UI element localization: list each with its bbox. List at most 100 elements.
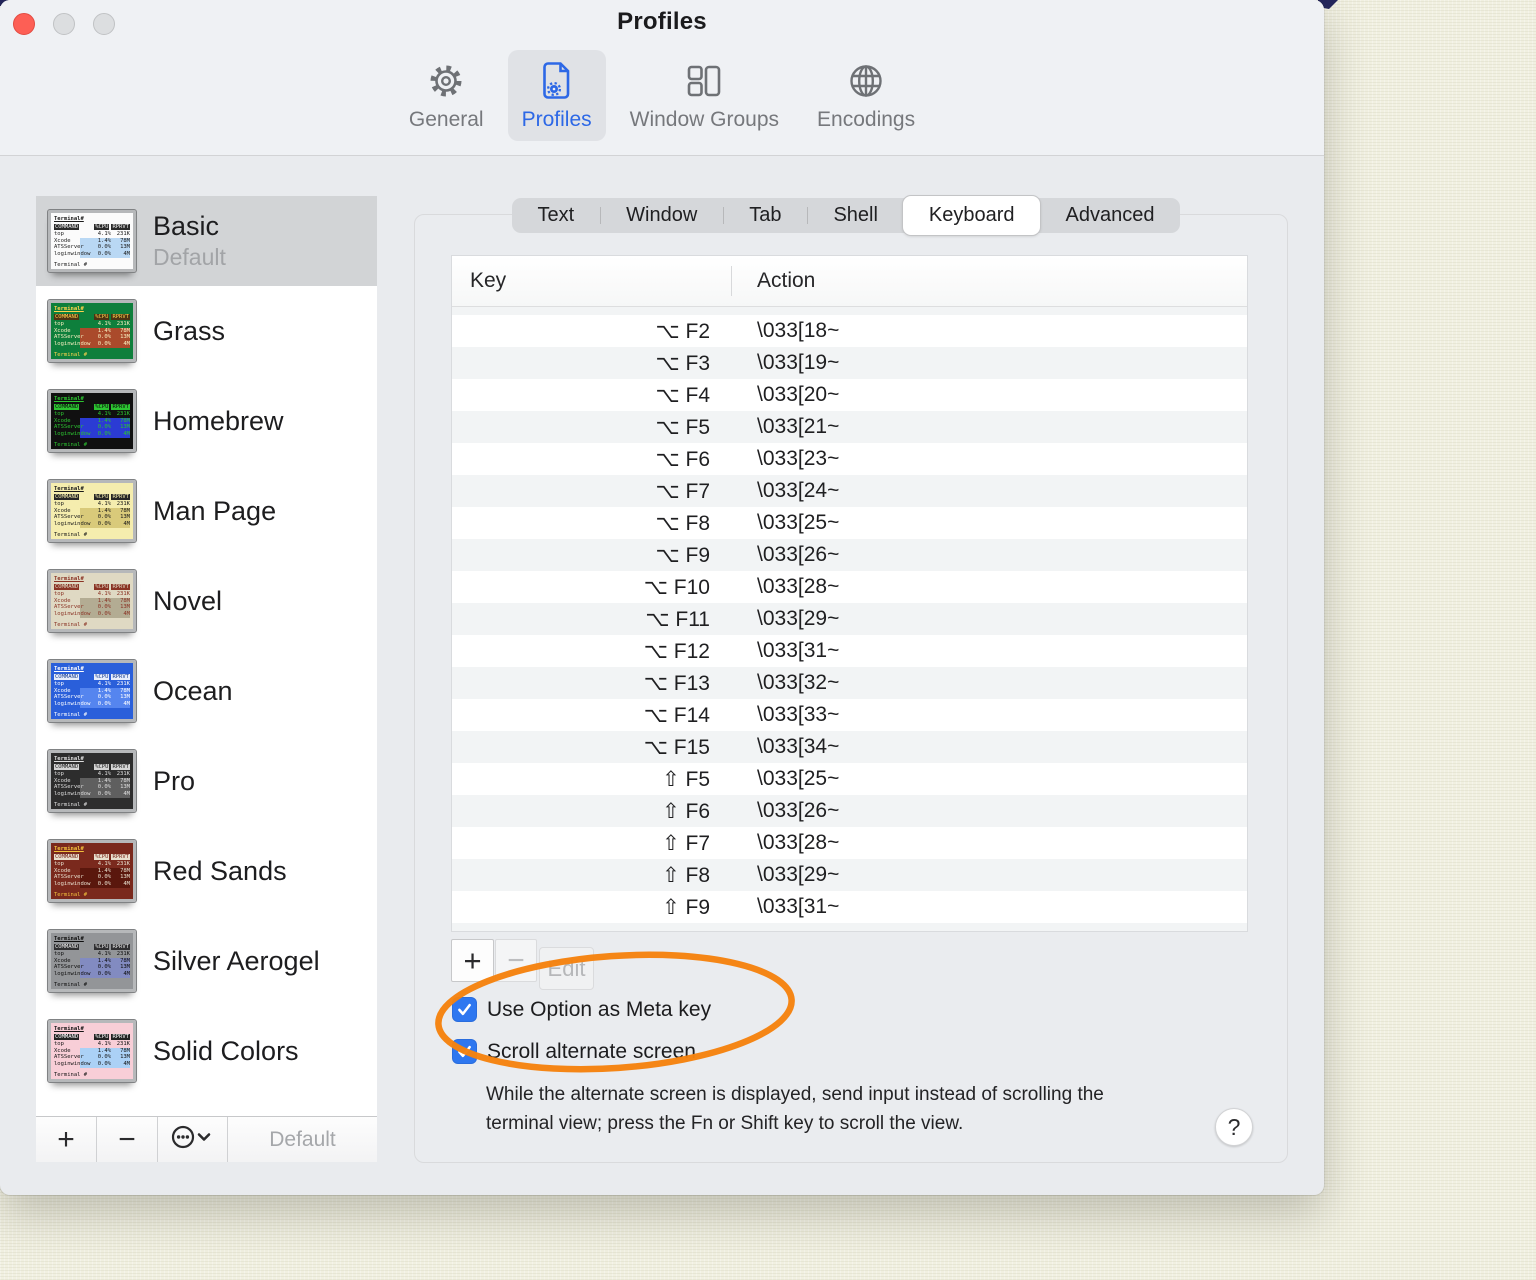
key-binding-row[interactable]: ⌥ F10 \033[28~ [452, 571, 1247, 603]
toolbar-item-general[interactable]: General [395, 50, 498, 141]
key-binding-row[interactable]: ⇧ F7 \033[28~ [452, 827, 1247, 859]
action-cell: \033[34~ [757, 735, 840, 758]
toolbar-item-encodings[interactable]: Encodings [803, 50, 929, 141]
action-cell: \033[19~ [757, 351, 840, 374]
profile-row-solid-colors[interactable]: Terminal# COMMAND %CPU RPRVT top 4.1% 23… [36, 1006, 377, 1096]
action-cell: \033[31~ [757, 639, 840, 662]
key-cell: ⌥ F7 [655, 479, 710, 503]
tab-keyboard[interactable]: Keyboard [903, 196, 1041, 235]
key-binding-row[interactable]: ⇧ F9 \033[31~ [452, 891, 1247, 923]
partial-row-top [452, 307, 1247, 315]
profile-subtitle: Default [153, 244, 226, 270]
help-button[interactable]: ? [1215, 1108, 1253, 1146]
key-cell: ⌥ F9 [655, 543, 710, 567]
key-binding-row[interactable]: ⌥ F7 \033[24~ [452, 475, 1247, 507]
tab-tab[interactable]: Tab [724, 198, 807, 233]
key-binding-row[interactable]: ⇧ F6 \033[26~ [452, 795, 1247, 827]
column-header-key[interactable]: Key [452, 269, 506, 293]
key-binding-row[interactable]: ⌥ F14 \033[33~ [452, 699, 1247, 731]
option-label: Scroll alternate screen [487, 1039, 696, 1063]
profile-row-basic[interactable]: Terminal# COMMAND %CPU RPRVT top 4.1% 23… [36, 196, 377, 286]
action-cell: \033[31~ [757, 895, 840, 918]
profile-row-red-sands[interactable]: Terminal# COMMAND %CPU RPRVT top 4.1% 23… [36, 826, 377, 916]
option-use-option-as-meta[interactable]: Use Option as Meta key [452, 997, 711, 1022]
profile-list: Terminal# COMMAND %CPU RPRVT top 4.1% 23… [36, 196, 377, 1116]
key-binding-row[interactable]: ⌥ F6 \033[23~ [452, 443, 1247, 475]
key-binding-row[interactable]: ⌥ F15 \033[34~ [452, 731, 1247, 763]
tab-advanced[interactable]: Advanced [1040, 198, 1180, 233]
key-binding-row[interactable]: ⇧ F8 \033[29~ [452, 859, 1247, 891]
checkbox-checked-icon[interactable] [452, 997, 477, 1022]
remove-profile-button[interactable]: − [97, 1117, 158, 1162]
profile-thumbnail: Terminal# COMMAND %CPU RPRVT top 4.1% 23… [47, 659, 137, 723]
profile-thumbnail: Terminal# COMMAND %CPU RPRVT top 4.1% 23… [47, 749, 137, 813]
key-binding-row[interactable]: ⌥ F11 \033[29~ [452, 603, 1247, 635]
thumb-title: Terminal# [54, 936, 84, 942]
thumb-title: Terminal# [54, 666, 84, 672]
key-cell: ⇧ F8 [662, 863, 710, 887]
key-binding-row[interactable]: ⌥ F3 \033[19~ [452, 347, 1247, 379]
tab-text[interactable]: Text [512, 198, 600, 233]
default-profile-button[interactable]: Default [228, 1117, 377, 1162]
profile-tabs: Text Window Tab Shell Keyboard Advanced [512, 196, 1180, 235]
profile-row-man-page[interactable]: Terminal# COMMAND %CPU RPRVT top 4.1% 23… [36, 466, 377, 556]
profile-row-grass[interactable]: Terminal# COMMAND %CPU RPRVT top 4.1% 23… [36, 286, 377, 376]
tab-shell[interactable]: Shell [808, 198, 903, 233]
key-cell: ⌥ F5 [655, 415, 710, 439]
profile-name: Basic [153, 211, 220, 241]
checkbox-checked-icon[interactable] [452, 1039, 477, 1064]
profile-name: Pro [153, 765, 196, 796]
profile-row-homebrew[interactable]: Terminal# COMMAND %CPU RPRVT top 4.1% 23… [36, 376, 377, 466]
column-header-action[interactable]: Action [757, 269, 815, 293]
desktop-background: Profiles General Profiles Window Groups … [0, 0, 1536, 1280]
action-cell: \033[28~ [757, 831, 840, 854]
option-description: While the alternate screen is displayed,… [486, 1084, 1104, 1135]
profile-row-pro[interactable]: Terminal# COMMAND %CPU RPRVT top 4.1% 23… [36, 736, 377, 826]
action-cell: \033[20~ [757, 383, 840, 406]
key-binding-row[interactable]: ⌥ F4 \033[20~ [452, 379, 1247, 411]
tab-window[interactable]: Window [601, 198, 723, 233]
option-scroll-alternate-screen[interactable]: Scroll alternate screen [452, 1039, 696, 1064]
thumb-prompt: Terminal # [54, 1071, 88, 1078]
thumb-prompt: Terminal # [54, 981, 88, 988]
profile-actions-menu-button[interactable] [158, 1117, 228, 1162]
option-label: Use Option as Meta key [487, 997, 712, 1021]
add-profile-button[interactable]: + [36, 1117, 97, 1162]
thumb-title: Terminal# [54, 396, 84, 402]
partial-row-bottom [452, 923, 1247, 931]
thumb-prompt: Terminal # [54, 351, 88, 358]
thumb-prompt: Terminal # [54, 711, 88, 718]
thumb-prompt: Terminal # [54, 441, 88, 448]
key-binding-row[interactable]: ⇧ F5 \033[25~ [452, 763, 1247, 795]
key-binding-row[interactable]: ⌥ F12 \033[31~ [452, 635, 1247, 667]
toolbar-item-window-groups[interactable]: Window Groups [616, 50, 793, 141]
thumb-title: Terminal# [54, 846, 84, 852]
globe-icon [843, 58, 889, 104]
action-cell: \033[28~ [757, 575, 840, 598]
profile-row-novel[interactable]: Terminal# COMMAND %CPU RPRVT top 4.1% 23… [36, 556, 377, 646]
profile-row-silver-aerogel[interactable]: Terminal# COMMAND %CPU RPRVT top 4.1% 23… [36, 916, 377, 1006]
profile-thumbnail: Terminal# COMMAND %CPU RPRVT top 4.1% 23… [47, 839, 137, 903]
profile-document-icon [534, 58, 580, 104]
key-binding-row[interactable]: ⌥ F9 \033[26~ [452, 539, 1247, 571]
profile-name: Man Page [153, 495, 277, 526]
ellipsis-circle-icon [171, 1124, 215, 1155]
thumb-title: Terminal# [54, 486, 84, 492]
action-cell: \033[25~ [757, 767, 840, 790]
column-divider[interactable] [731, 266, 732, 296]
profile-name: Novel [153, 585, 223, 616]
key-binding-row[interactable]: ⌥ F13 \033[32~ [452, 667, 1247, 699]
action-cell: \033[26~ [757, 543, 840, 566]
edit-binding-button[interactable]: Edit [539, 947, 594, 990]
window-chrome: Profiles General Profiles Window Groups … [0, 0, 1324, 156]
thumb-title: Terminal# [54, 306, 84, 312]
profile-row-ocean[interactable]: Terminal# COMMAND %CPU RPRVT top 4.1% 23… [36, 646, 377, 736]
add-binding-button[interactable]: + [451, 939, 494, 982]
remove-binding-button[interactable]: − [495, 939, 537, 982]
toolbar-item-profiles[interactable]: Profiles [507, 50, 606, 141]
thumb-prompt: Terminal # [54, 801, 88, 808]
key-cell: ⇧ F9 [662, 895, 710, 919]
key-binding-row[interactable]: ⌥ F8 \033[25~ [452, 507, 1247, 539]
key-binding-row[interactable]: ⌥ F2 \033[18~ [452, 315, 1247, 347]
key-binding-row[interactable]: ⌥ F5 \033[21~ [452, 411, 1247, 443]
